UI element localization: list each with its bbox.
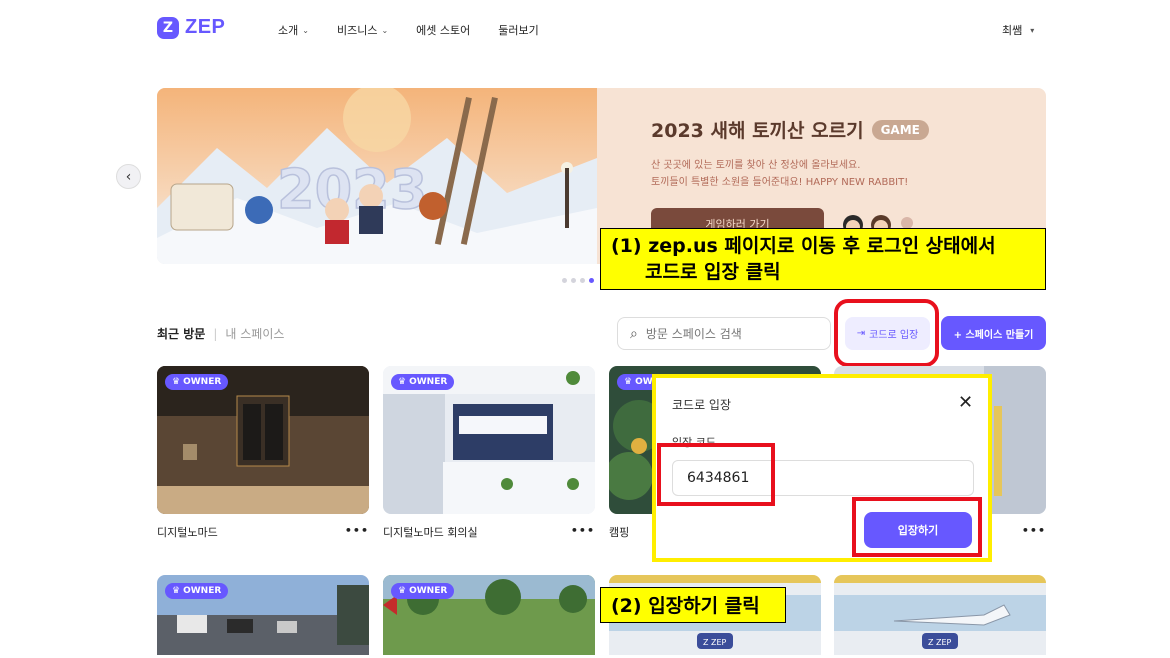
create-space-button[interactable]: + 스페이스 만들기 (941, 316, 1046, 350)
banner-title-text: 2023 새해 토끼산 오르기 (651, 120, 864, 142)
card-thumbnail[interactable]: ♛ OWNER (383, 366, 595, 514)
card-thumbnail[interactable]: ♛ OWNER (157, 575, 369, 655)
space-card[interactable]: ♛ OWNER 디지털노마드 ••• (157, 366, 369, 540)
chevron-down-icon: ⌄ (381, 25, 389, 35)
nav-item-explore[interactable]: 둘러보기 (498, 22, 538, 38)
owner-badge-label: OWNER (183, 377, 222, 387)
nav-label: 둘러보기 (498, 24, 539, 37)
nav-item-intro[interactable]: 소개 ⌄ (278, 22, 309, 38)
card-title: 캠핑 (609, 526, 630, 539)
highlight-code-input (657, 443, 775, 506)
tab-my-spaces[interactable]: 내 스페이스 (225, 325, 284, 342)
main-nav: 소개 ⌄ 비즈니스 ⌄ 에셋 스토어 둘러보기 (278, 22, 539, 38)
crown-icon: ♛ (398, 377, 407, 387)
chevron-left-icon: ‹ (125, 168, 132, 185)
banner-title: 2023 새해 토끼산 오르기 GAME (651, 116, 929, 143)
chevron-down-icon: ⌄ (302, 25, 309, 35)
owner-badge-label: OWNER (409, 586, 448, 596)
user-menu[interactable]: 최쌤 ▾ (1002, 22, 1034, 38)
caret-down-icon: ▾ (1030, 25, 1035, 35)
space-card[interactable]: ♛ OWNER 디지털노마드 회의실 ••• (383, 366, 595, 540)
svg-text:Z ZEP: Z ZEP (703, 638, 727, 647)
annotation-step1-line2: 코드로 입장 클릭 (645, 261, 781, 283)
space-card[interactable]: Z ZEP (834, 575, 1046, 655)
zep-logo[interactable]: Z ZEP (157, 16, 225, 39)
logo-mark: Z (157, 16, 179, 39)
space-card[interactable]: ♛ OWNER (157, 575, 369, 655)
annotation-step1: (1) zep.us 페이지로 이동 후 로그인 상태에서 코드로 입장 클릭 (600, 228, 1046, 290)
thumbnail-airport-3: Z ZEP (834, 575, 1046, 655)
tab-recent[interactable]: 최근 방문 (157, 325, 205, 342)
crown-icon: ♛ (624, 377, 633, 387)
carousel-dot[interactable] (571, 278, 576, 283)
banner-description: 산 곳곳에 있는 토끼를 찾아 산 정상에 올라보세요. 토끼들이 특별한 소원… (651, 157, 929, 191)
top-header: Z ZEP 소개 ⌄ 비즈니스 ⌄ 에셋 스토어 둘러보기 최쌤 ▾ (0, 0, 1170, 60)
more-options-icon[interactable]: ••• (571, 524, 595, 540)
owner-badge: ♛ OWNER (165, 374, 229, 390)
highlight-submit-button (852, 497, 982, 557)
card-title-row: 디지털노마드 ••• (157, 524, 369, 540)
space-card[interactable]: ♛ OWNER (383, 575, 595, 655)
art-year: 2023 (277, 158, 427, 221)
owner-badge-label: OWNER (183, 586, 222, 596)
logo-text: ZEP (185, 16, 226, 38)
owner-badge: ♛ OWNER (391, 583, 455, 599)
carousel-prev-button[interactable]: ‹ (116, 164, 141, 189)
annotation-step1-line1: (1) zep.us 페이지로 이동 후 로그인 상태에서 (611, 235, 996, 257)
owner-badge: ♛ OWNER (165, 583, 229, 599)
nav-item-business[interactable]: 비즈니스 ⌄ (337, 22, 388, 38)
owner-badge-label: OW (635, 377, 653, 387)
card-title: 디지털노마드 (157, 526, 218, 539)
svg-text:Z ZEP: Z ZEP (928, 638, 952, 647)
owner-badge-label: OWNER (409, 377, 448, 387)
space-tabs: 최근 방문 | 내 스페이스 (157, 325, 284, 342)
nav-item-asset-store[interactable]: 에셋 스토어 (416, 22, 470, 38)
annotation-step2: (2) 입장하기 클릭 (600, 587, 786, 623)
more-options-icon[interactable]: ••• (345, 524, 369, 540)
banner-text: 2023 새해 토끼산 오르기 GAME 산 곳곳에 있는 토끼를 찾아 산 정… (651, 116, 929, 191)
highlight-enter-code (834, 299, 939, 367)
user-name: 최쌤 (1002, 24, 1023, 37)
crown-icon: ♛ (172, 377, 181, 387)
banner-desc-line1: 산 곳곳에 있는 토끼를 찾아 산 정상에 올라보세요. (651, 160, 861, 171)
search-box[interactable]: ⌕ (617, 317, 831, 350)
nav-label: 비즈니스 (336, 24, 378, 37)
card-thumbnail[interactable]: ♛ OWNER (157, 366, 369, 514)
search-icon: ⌕ (630, 325, 638, 342)
card-thumbnail[interactable]: Z ZEP (834, 575, 1046, 655)
banner-illustration: 2023 (157, 88, 597, 264)
carousel-dots (562, 278, 594, 283)
crown-icon: ♛ (398, 586, 407, 596)
nav-label: 소개 (278, 24, 299, 37)
crown-icon: ♛ (172, 586, 181, 596)
nav-label: 에셋 스토어 (416, 24, 471, 37)
card-title-row: 디지털노마드 회의실 ••• (383, 524, 595, 540)
game-badge: GAME (871, 119, 929, 140)
search-input[interactable] (645, 326, 816, 341)
tab-divider: | (213, 326, 218, 341)
carousel-dot[interactable] (562, 278, 567, 283)
carousel-dot-active[interactable] (589, 278, 594, 283)
more-options-icon[interactable]: ••• (1022, 524, 1046, 537)
card-title: 디지털노마드 회의실 (383, 526, 478, 539)
close-icon[interactable]: ✕ (958, 392, 973, 413)
banner-desc-line2: 토끼들이 특별한 소원을 들어준대요! HAPPY NEW RABBIT! (651, 177, 909, 188)
modal-title: 코드로 입장 (672, 398, 732, 412)
carousel-dot[interactable] (580, 278, 585, 283)
card-thumbnail[interactable]: ♛ OWNER (383, 575, 595, 655)
owner-badge: ♛ OWNER (391, 374, 455, 390)
